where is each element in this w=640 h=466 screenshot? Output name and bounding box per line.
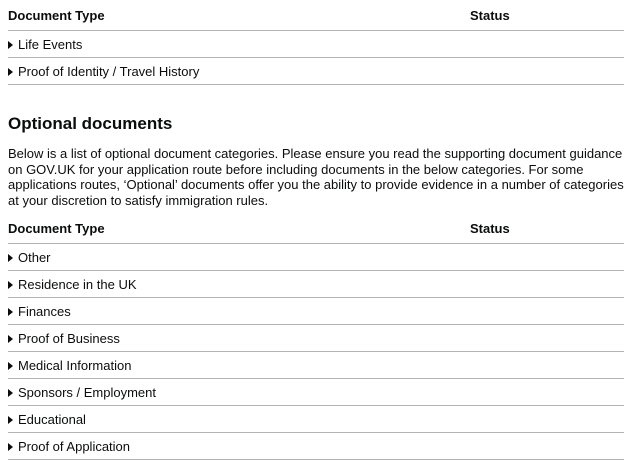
column-header-status: Status — [470, 8, 510, 23]
triangle-right-icon — [8, 41, 13, 49]
triangle-right-icon — [8, 335, 13, 343]
required-documents-table: Document Type Status Life Events Proof o… — [8, 0, 624, 85]
row-label: Proof of Application — [18, 439, 131, 454]
triangle-right-icon — [8, 362, 13, 370]
triangle-right-icon — [8, 308, 13, 316]
row-label: Sponsors / Employment — [18, 385, 157, 400]
triangle-right-icon — [8, 389, 13, 397]
expandable-row-residence-in-the-uk[interactable]: Residence in the UK — [8, 271, 624, 298]
row-label: Other — [18, 250, 51, 265]
expandable-row-proof-of-application[interactable]: Proof of Application — [8, 433, 624, 460]
column-header-document-type: Document Type — [8, 221, 105, 236]
row-label: Residence in the UK — [18, 277, 137, 292]
triangle-right-icon — [8, 443, 13, 451]
row-label: Proof of Identity / Travel History — [18, 64, 200, 79]
triangle-right-icon — [8, 281, 13, 289]
row-label: Medical Information — [18, 358, 132, 373]
row-label: Proof of Business — [18, 331, 120, 346]
row-label: Finances — [18, 304, 71, 319]
table-header: Document Type Status — [8, 213, 624, 244]
expandable-row-sponsors-employment[interactable]: Sponsors / Employment — [8, 379, 624, 406]
expandable-row-other[interactable]: Other — [8, 244, 624, 271]
triangle-right-icon — [8, 254, 13, 262]
column-header-document-type: Document Type — [8, 8, 105, 23]
optional-documents-heading: Optional documents — [8, 114, 173, 133]
triangle-right-icon — [8, 416, 13, 424]
row-label: Life Events — [18, 37, 83, 52]
expandable-row-finances[interactable]: Finances — [8, 298, 624, 325]
triangle-right-icon — [8, 68, 13, 76]
optional-documents-table: Document Type Status Other Residence in … — [8, 213, 624, 460]
row-label: Educational — [18, 412, 86, 427]
optional-documents-intro: Below is a list of optional document cat… — [8, 146, 624, 208]
expandable-row-medical-information[interactable]: Medical Information — [8, 352, 624, 379]
expandable-row-proof-of-identity[interactable]: Proof of Identity / Travel History — [8, 58, 624, 85]
table-header: Document Type Status — [8, 0, 624, 31]
expandable-row-life-events[interactable]: Life Events — [8, 31, 624, 58]
column-header-status: Status — [470, 221, 510, 236]
expandable-row-proof-of-business[interactable]: Proof of Business — [8, 325, 624, 352]
expandable-row-educational[interactable]: Educational — [8, 406, 624, 433]
